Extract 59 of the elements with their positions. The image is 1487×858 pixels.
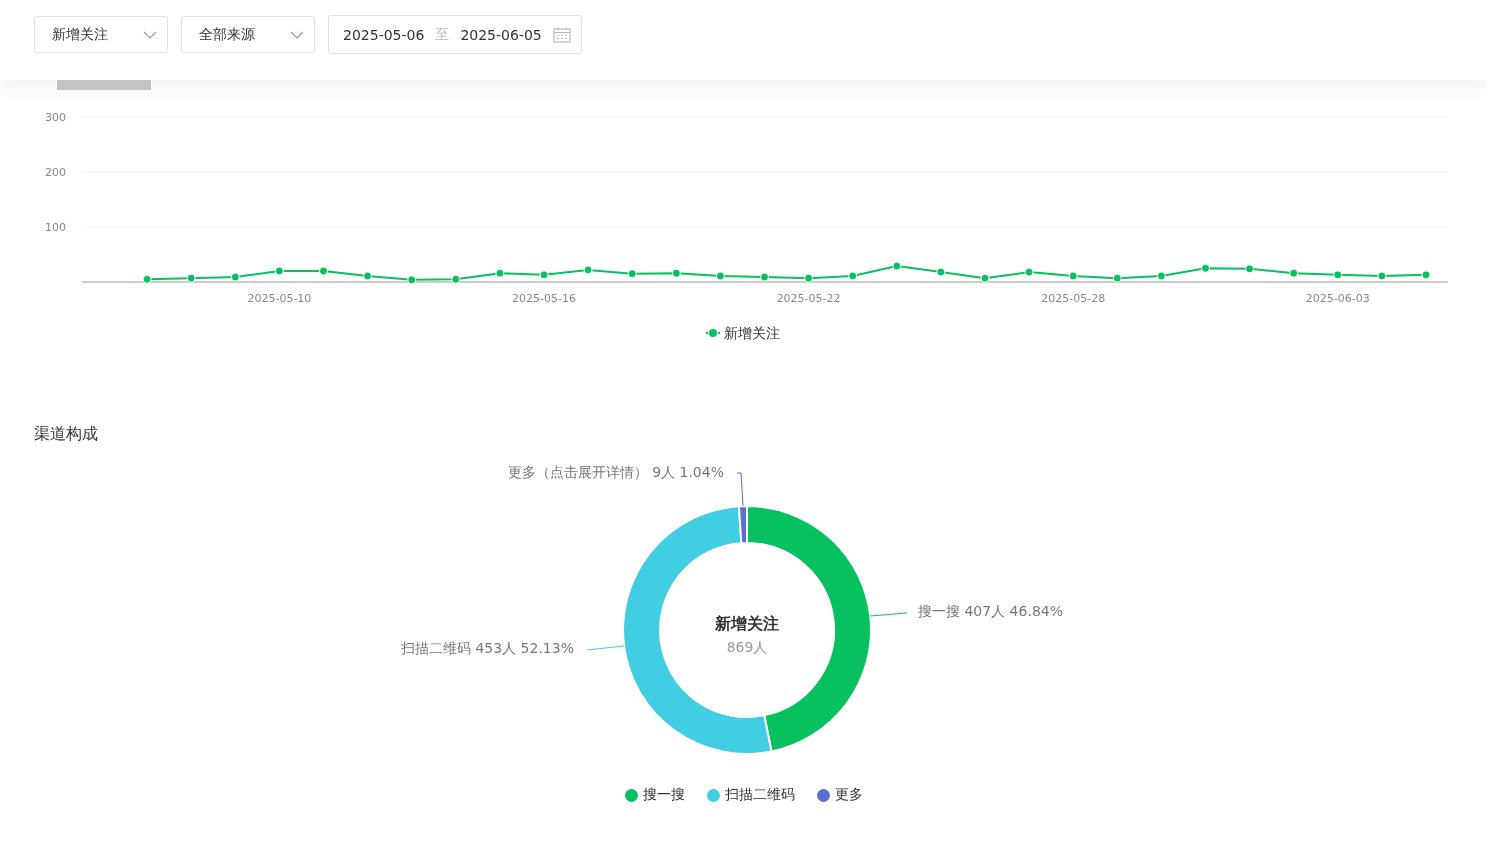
data-point (848, 271, 858, 281)
axis-label: 100 (45, 221, 66, 234)
axis-label: 2025-06-03 (1305, 292, 1370, 305)
axis-label: 2025-05-10 (247, 292, 312, 305)
data-point (186, 273, 196, 283)
data-point (1421, 270, 1431, 280)
data-point (1112, 273, 1122, 283)
legend-label[interactable]: 扫描二维码 (724, 786, 795, 804)
data-point (230, 272, 240, 282)
filter-select[interactable]: 新增关注 (34, 16, 168, 53)
axis-label: 2025-05-28 (1041, 292, 1106, 305)
data-point (1024, 267, 1034, 277)
slice-label: 更多（点击展开详情） 9人 1.04% (507, 464, 724, 480)
chevron-icon (143, 30, 157, 39)
data-point (804, 273, 814, 283)
data-point (627, 269, 637, 279)
calendar-icon (552, 26, 571, 43)
data-point (980, 273, 990, 283)
data-point (274, 266, 284, 276)
data-point (1289, 268, 1299, 278)
axis-label: 2025-05-16 (512, 292, 576, 305)
center-value: 869人 (726, 639, 768, 655)
legend-label[interactable]: 更多 (834, 786, 863, 804)
slice-label: 扫描二维码 453人 52.13% (401, 640, 574, 656)
data-point (363, 271, 373, 281)
data-point (1377, 271, 1387, 281)
donut-slice[interactable] (737, 505, 748, 545)
data-point (936, 267, 946, 277)
center-title: 新增关注 (715, 614, 779, 633)
data-point (1333, 270, 1343, 280)
data-point (715, 271, 725, 281)
slice-label: 搜一搜 407人 46.84% (918, 603, 1063, 619)
axis-label: 300 (45, 111, 66, 124)
data-point (1201, 263, 1210, 273)
leader-line (736, 472, 744, 507)
data-point (1245, 264, 1255, 274)
data-point (539, 270, 549, 280)
data-point (142, 274, 152, 284)
axis-label: 200 (45, 166, 66, 179)
filter-select[interactable]: 全部来源 (181, 16, 315, 53)
data-point (495, 268, 505, 278)
chevron-icon (290, 30, 304, 39)
data-point (671, 268, 681, 278)
legend-label[interactable]: 新增关注 (724, 325, 780, 341)
data-point (1156, 271, 1166, 281)
legend-marker-icon (705, 329, 721, 337)
data-point (892, 261, 902, 271)
data-point (407, 275, 417, 285)
legend-label[interactable]: 搜一搜 (642, 786, 685, 804)
section-title: 渠道构成 (34, 424, 99, 444)
date-range-field[interactable]: 2025-05-06 至 2025-06-05 (328, 15, 582, 54)
data-point (1068, 271, 1078, 281)
data-point (451, 274, 461, 284)
axis-label: 2025-05-22 (776, 292, 841, 305)
data-point (583, 265, 593, 275)
data-point (319, 266, 328, 276)
leader-line (586, 645, 625, 651)
data-point (760, 272, 769, 282)
leader-line (869, 612, 908, 617)
